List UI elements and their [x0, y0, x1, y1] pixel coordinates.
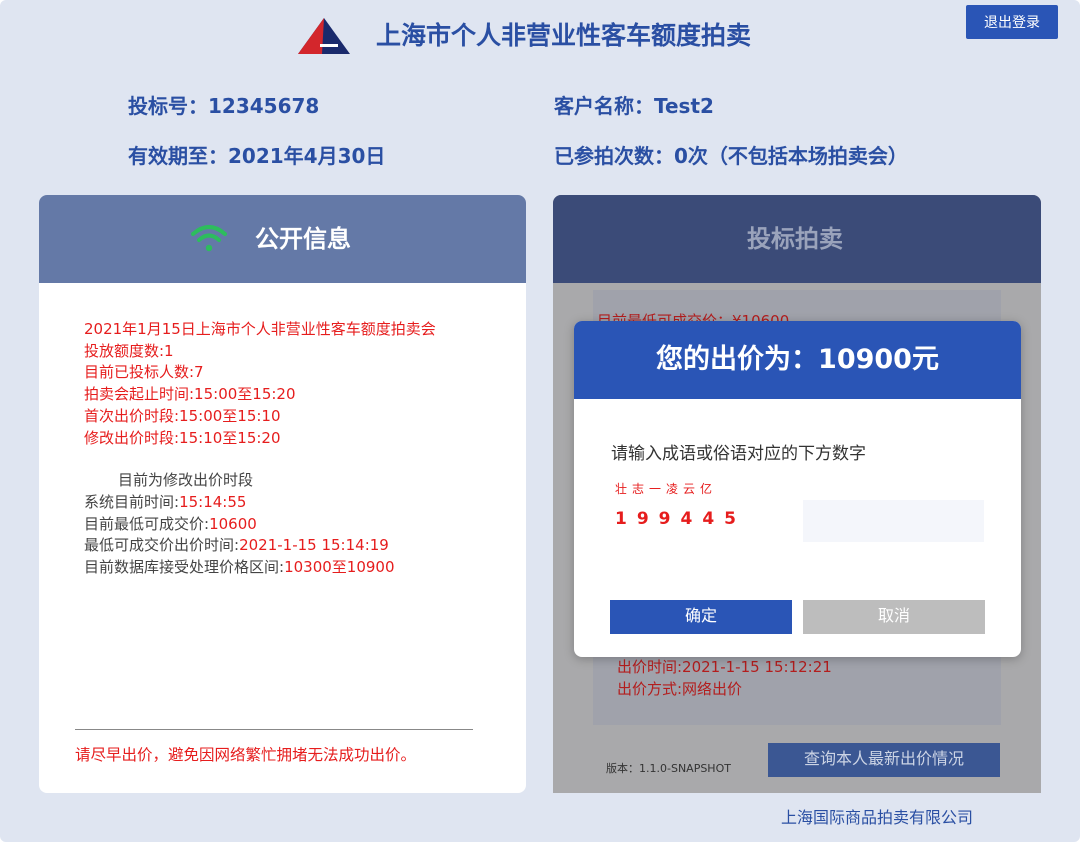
system-time-value: 15:14:55 [179, 492, 247, 511]
lowest-price-label: 目前最低可成交价: [84, 514, 210, 533]
auction-period: 拍卖会起止时间:15:00至15:20 [84, 385, 296, 404]
lowest-price-time-value: 2021-1-15 15:14:19 [239, 536, 389, 555]
accept-range-value: 10300至10900 [284, 558, 395, 577]
bid-confirm-dialog: 您的出价为：10900元 请输入成语或俗语对应的下方数字 壮志一凌云亿 1994… [574, 321, 1021, 657]
divider [75, 729, 473, 730]
lowest-price-value: 10600 [209, 514, 257, 533]
lowest-price-time-label: 最低可成交价出价时间: [84, 536, 240, 555]
company-name: 上海国际商品拍卖有限公司 [781, 808, 974, 827]
logout-button[interactable]: 退出登录 [966, 5, 1058, 39]
lowest-price-time-row: 最低可成交价出价时间:2021-1-15 15:14:19 [84, 535, 436, 557]
system-time-label: 系统目前时间: [84, 492, 180, 511]
quota-count: 投放额度数:1 [84, 341, 174, 360]
bidder-count: 目前已投标人数:7 [84, 363, 204, 382]
participation-count: 已参拍次数：0次（不包括本场拍卖会） [554, 144, 908, 168]
captcha-prompt: 请输入成语或俗语对应的下方数字 [611, 444, 866, 464]
captcha-idiom: 壮志一凌云亿 [615, 482, 718, 496]
header: 上海市个人非营业性客车额度拍卖 退出登录 [0, 0, 1080, 80]
bid-time: 出价时间:2021-1-15 15:12:21 [617, 658, 832, 676]
public-info-list: 2021年1月15日上海市个人非营业性客车额度拍卖会 投放额度数:1 目前已投标… [84, 319, 436, 579]
public-info-header: 公开信息 [39, 195, 526, 283]
page-title: 上海市个人非营业性客车额度拍卖 [376, 21, 752, 50]
bid-number: 投标号：12345678 [128, 94, 320, 118]
captcha-input[interactable] [803, 500, 984, 542]
confirm-button[interactable]: 确定 [610, 600, 792, 634]
first-bid-period: 首次出价时段:15:00至15:10 [84, 406, 281, 425]
bid-panel-header: 投标拍卖 [553, 195, 1041, 283]
lowest-price-row: 目前最低可成交价:10600 [84, 514, 436, 536]
dialog-header: 您的出价为：10900元 [574, 321, 1021, 399]
public-info-title: 公开信息 [255, 225, 351, 253]
accept-range-label: 目前数据库接受处理价格区间: [84, 558, 285, 577]
bid-method: 出价方式:网络出价 [617, 680, 743, 698]
query-latest-bid-button[interactable]: 查询本人最新出价情况 [768, 743, 1000, 777]
modify-bid-period: 修改出价时段:15:10至15:20 [84, 428, 281, 447]
system-time-row: 系统目前时间:15:14:55 [84, 492, 436, 514]
valid-until: 有效期至：2021年4月30日 [128, 144, 386, 168]
dialog-title: 您的出价为：10900元 [656, 344, 939, 375]
accept-range-row: 目前数据库接受处理价格区间:10300至10900 [84, 557, 436, 579]
cancel-button[interactable]: 取消 [803, 600, 985, 634]
public-info-panel: 公开信息 2021年1月15日上海市个人非营业性客车额度拍卖会 投放额度数:1 … [39, 195, 526, 793]
captcha-digits: 199445 [615, 509, 746, 529]
bid-panel-title: 投标拍卖 [747, 225, 843, 253]
bid-warning: 请尽早出价，避免因网络繁忙拥堵无法成功出价。 [75, 746, 417, 764]
wifi-icon [191, 225, 227, 252]
current-phase: 目前为修改出价时段 [118, 471, 254, 490]
version-label: 版本：1.1.0-SNAPSHOT [606, 762, 731, 775]
customer-name: 客户名称：Test2 [554, 94, 714, 118]
app-frame: 上海市个人非营业性客车额度拍卖 退出登录 投标号：12345678 客户名称：T… [0, 0, 1080, 842]
auction-logo-icon [298, 18, 350, 54]
auction-name: 2021年1月15日上海市个人非营业性客车额度拍卖会 [84, 320, 436, 338]
